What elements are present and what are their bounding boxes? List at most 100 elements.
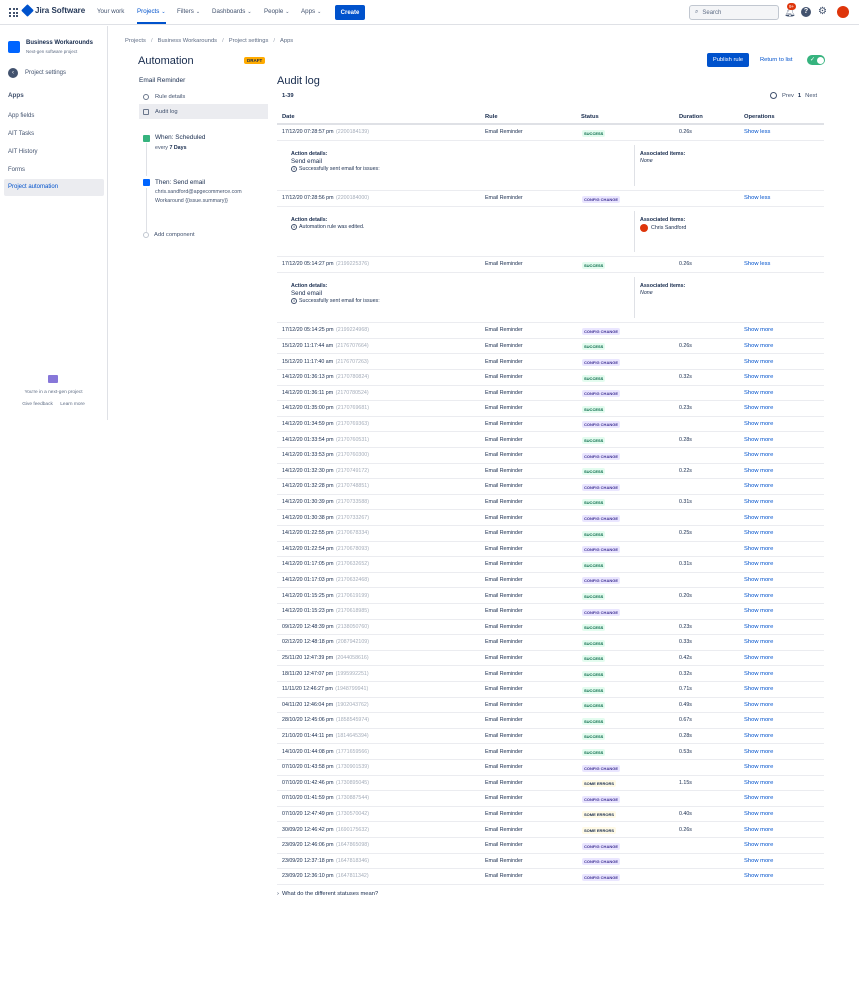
row-toggle-details-link[interactable]: Show more [744,760,773,775]
project-name[interactable]: Business Workarounds [26,40,93,46]
row-date: 14/12/20 01:36:13 pm (2170780824) [282,370,369,385]
row-toggle-details-link[interactable]: Show more [744,401,773,416]
breadcrumb-apps[interactable]: Apps [280,38,293,44]
row-execution-id: (2170780524) [335,389,369,396]
row-toggle-details-link[interactable]: Show more [744,542,773,557]
row-toggle-details-link[interactable]: Show more [744,448,773,463]
audit-log-title: Audit log [277,75,320,87]
row-toggle-details-link[interactable]: Show more [744,745,773,760]
row-toggle-details-link[interactable]: Show more [744,589,773,604]
row-toggle-details-link[interactable]: Show less [744,125,770,140]
rule-nav-details[interactable]: Rule details [139,89,268,104]
row-toggle-details-link[interactable]: Show more [744,807,773,822]
rule-nav-audit-log[interactable]: Audit log [139,104,268,119]
row-rule: Email Reminder [485,452,523,459]
avatar[interactable] [837,6,849,18]
row-toggle-details-link[interactable]: Show more [744,464,773,479]
statuses-help-toggle[interactable]: › What do the different statuses mean? [277,891,378,897]
row-date-text: 14/12/20 01:15:25 pm [282,592,334,599]
row-toggle-details-link[interactable]: Show more [744,651,773,666]
row-toggle-details-link[interactable]: Show less [744,191,770,206]
row-date-text: 14/12/20 01:22:54 pm [282,545,334,552]
give-feedback-link[interactable]: Give feedback [22,402,53,407]
nav-people[interactable]: People ⌄ [264,8,289,15]
publish-rule-button[interactable]: Publish rule [707,53,749,67]
sidebar-item-app-fields[interactable]: App fields [4,108,104,125]
row-toggle-details-link[interactable]: Show more [744,511,773,526]
app-switcher-icon[interactable] [9,8,18,17]
nav-your-work[interactable]: Your work [97,8,124,15]
row-toggle-details-link[interactable]: Show more [744,667,773,682]
sidebar-item-forms[interactable]: Forms [4,162,104,179]
row-toggle-details-link[interactable]: Show more [744,479,773,494]
row-toggle-details-link[interactable]: Show more [744,573,773,588]
nav-filters[interactable]: Filters ⌄ [177,8,200,15]
row-toggle-details-link[interactable]: Show more [744,823,773,838]
row-toggle-details-link[interactable]: Show more [744,838,773,853]
gear-icon[interactable]: ⚙ [818,6,827,18]
row-toggle-details-link[interactable]: Show more [744,776,773,791]
row-toggle-details-link[interactable]: Show more [744,417,773,432]
return-to-list-link[interactable]: Return to list [760,57,793,63]
associated-user-name: Chris Sandford [651,224,687,231]
row-toggle-details-link[interactable]: Show more [744,729,773,744]
action-name: Send email [291,157,322,165]
row-toggle-details-link[interactable]: Show more [744,370,773,385]
row-toggle-details-link[interactable]: Show more [744,557,773,572]
row-rule: Email Reminder [485,654,523,661]
create-button[interactable]: Create [335,5,365,20]
learn-more-link[interactable]: Learn more [60,402,85,407]
action-subject: Workaround {{issue.summary}} [155,198,228,204]
row-date-text: 23/09/20 12:36:10 pm [282,873,334,880]
sidebar-item-project-automation[interactable]: Project automation [4,179,104,196]
sidebar-item-ait-tasks[interactable]: AIT Tasks [4,126,104,143]
sidebar-item-ait-history[interactable]: AIT History [4,144,104,161]
status-badge: SUCCESS [582,717,606,725]
row-toggle-details-link[interactable]: Show more [744,698,773,713]
row-toggle-details-link[interactable]: Show more [744,323,773,338]
row-toggle-details-link[interactable]: Show more [744,869,773,884]
row-toggle-details-link[interactable]: Show more [744,604,773,619]
associated-user[interactable]: Chris Sandford [640,223,687,232]
next-button[interactable]: Next [805,93,817,99]
help-icon[interactable]: ? [801,7,811,17]
rule-enabled-toggle[interactable] [807,55,825,65]
breadcrumb-project[interactable]: Business Workarounds [158,38,218,44]
row-toggle-details-link[interactable]: Show more [744,620,773,635]
rule-nav-label: Rule details [155,93,186,100]
row-toggle-details-link[interactable]: Show less [744,257,770,272]
table-row: 14/12/20 01:33:53 pm (2170760300) Email R… [277,448,824,464]
row-toggle-details-link[interactable]: Show more [744,713,773,728]
breadcrumb-projects[interactable]: Projects [125,38,146,44]
search-input[interactable]: ⌕ Search [689,5,779,20]
pagination: Prev 1 Next [770,92,817,99]
action-title[interactable]: Then: Send email [155,179,205,186]
row-toggle-details-link[interactable]: Show more [744,355,773,370]
row-toggle-details-link[interactable]: Show more [744,339,773,354]
row-rule: Email Reminder [485,530,523,537]
breadcrumb-project-settings[interactable]: Project settings [229,38,269,44]
nav-apps[interactable]: Apps ⌄ [301,8,321,15]
nav-projects[interactable]: Projects ⌄ [137,8,166,24]
row-date-text: 14/12/20 01:17:05 pm [282,561,334,568]
row-toggle-details-link[interactable]: Show more [744,635,773,650]
row-toggle-details-link[interactable]: Show more [744,386,773,401]
row-toggle-details-link[interactable]: Show more [744,433,773,448]
jira-logo[interactable]: Jira Software [21,4,85,17]
add-component-button[interactable]: Add component [143,232,195,238]
row-toggle-details-link[interactable]: Show more [744,682,773,697]
row-date: 02/12/20 12:48:18 pm (2087942109) [282,635,369,650]
action-message-text: Automation rule was edited. [299,223,365,230]
back-to-project-settings[interactable]: ‹ Project settings [8,68,66,78]
chevron-down-icon: ⌄ [317,8,322,15]
nav-dashboards[interactable]: Dashboards ⌄ [212,8,252,15]
row-rule: Email Reminder [485,608,523,615]
row-toggle-details-link[interactable]: Show more [744,526,773,541]
prev-button[interactable]: Prev [782,93,794,99]
row-date-text: 17/12/20 07:28:57 pm [282,129,334,135]
trigger-title[interactable]: When: Scheduled [155,134,205,141]
row-toggle-details-link[interactable]: Show more [744,495,773,510]
row-toggle-details-link[interactable]: Show more [744,791,773,806]
refresh-icon[interactable] [770,92,777,99]
row-toggle-details-link[interactable]: Show more [744,854,773,869]
